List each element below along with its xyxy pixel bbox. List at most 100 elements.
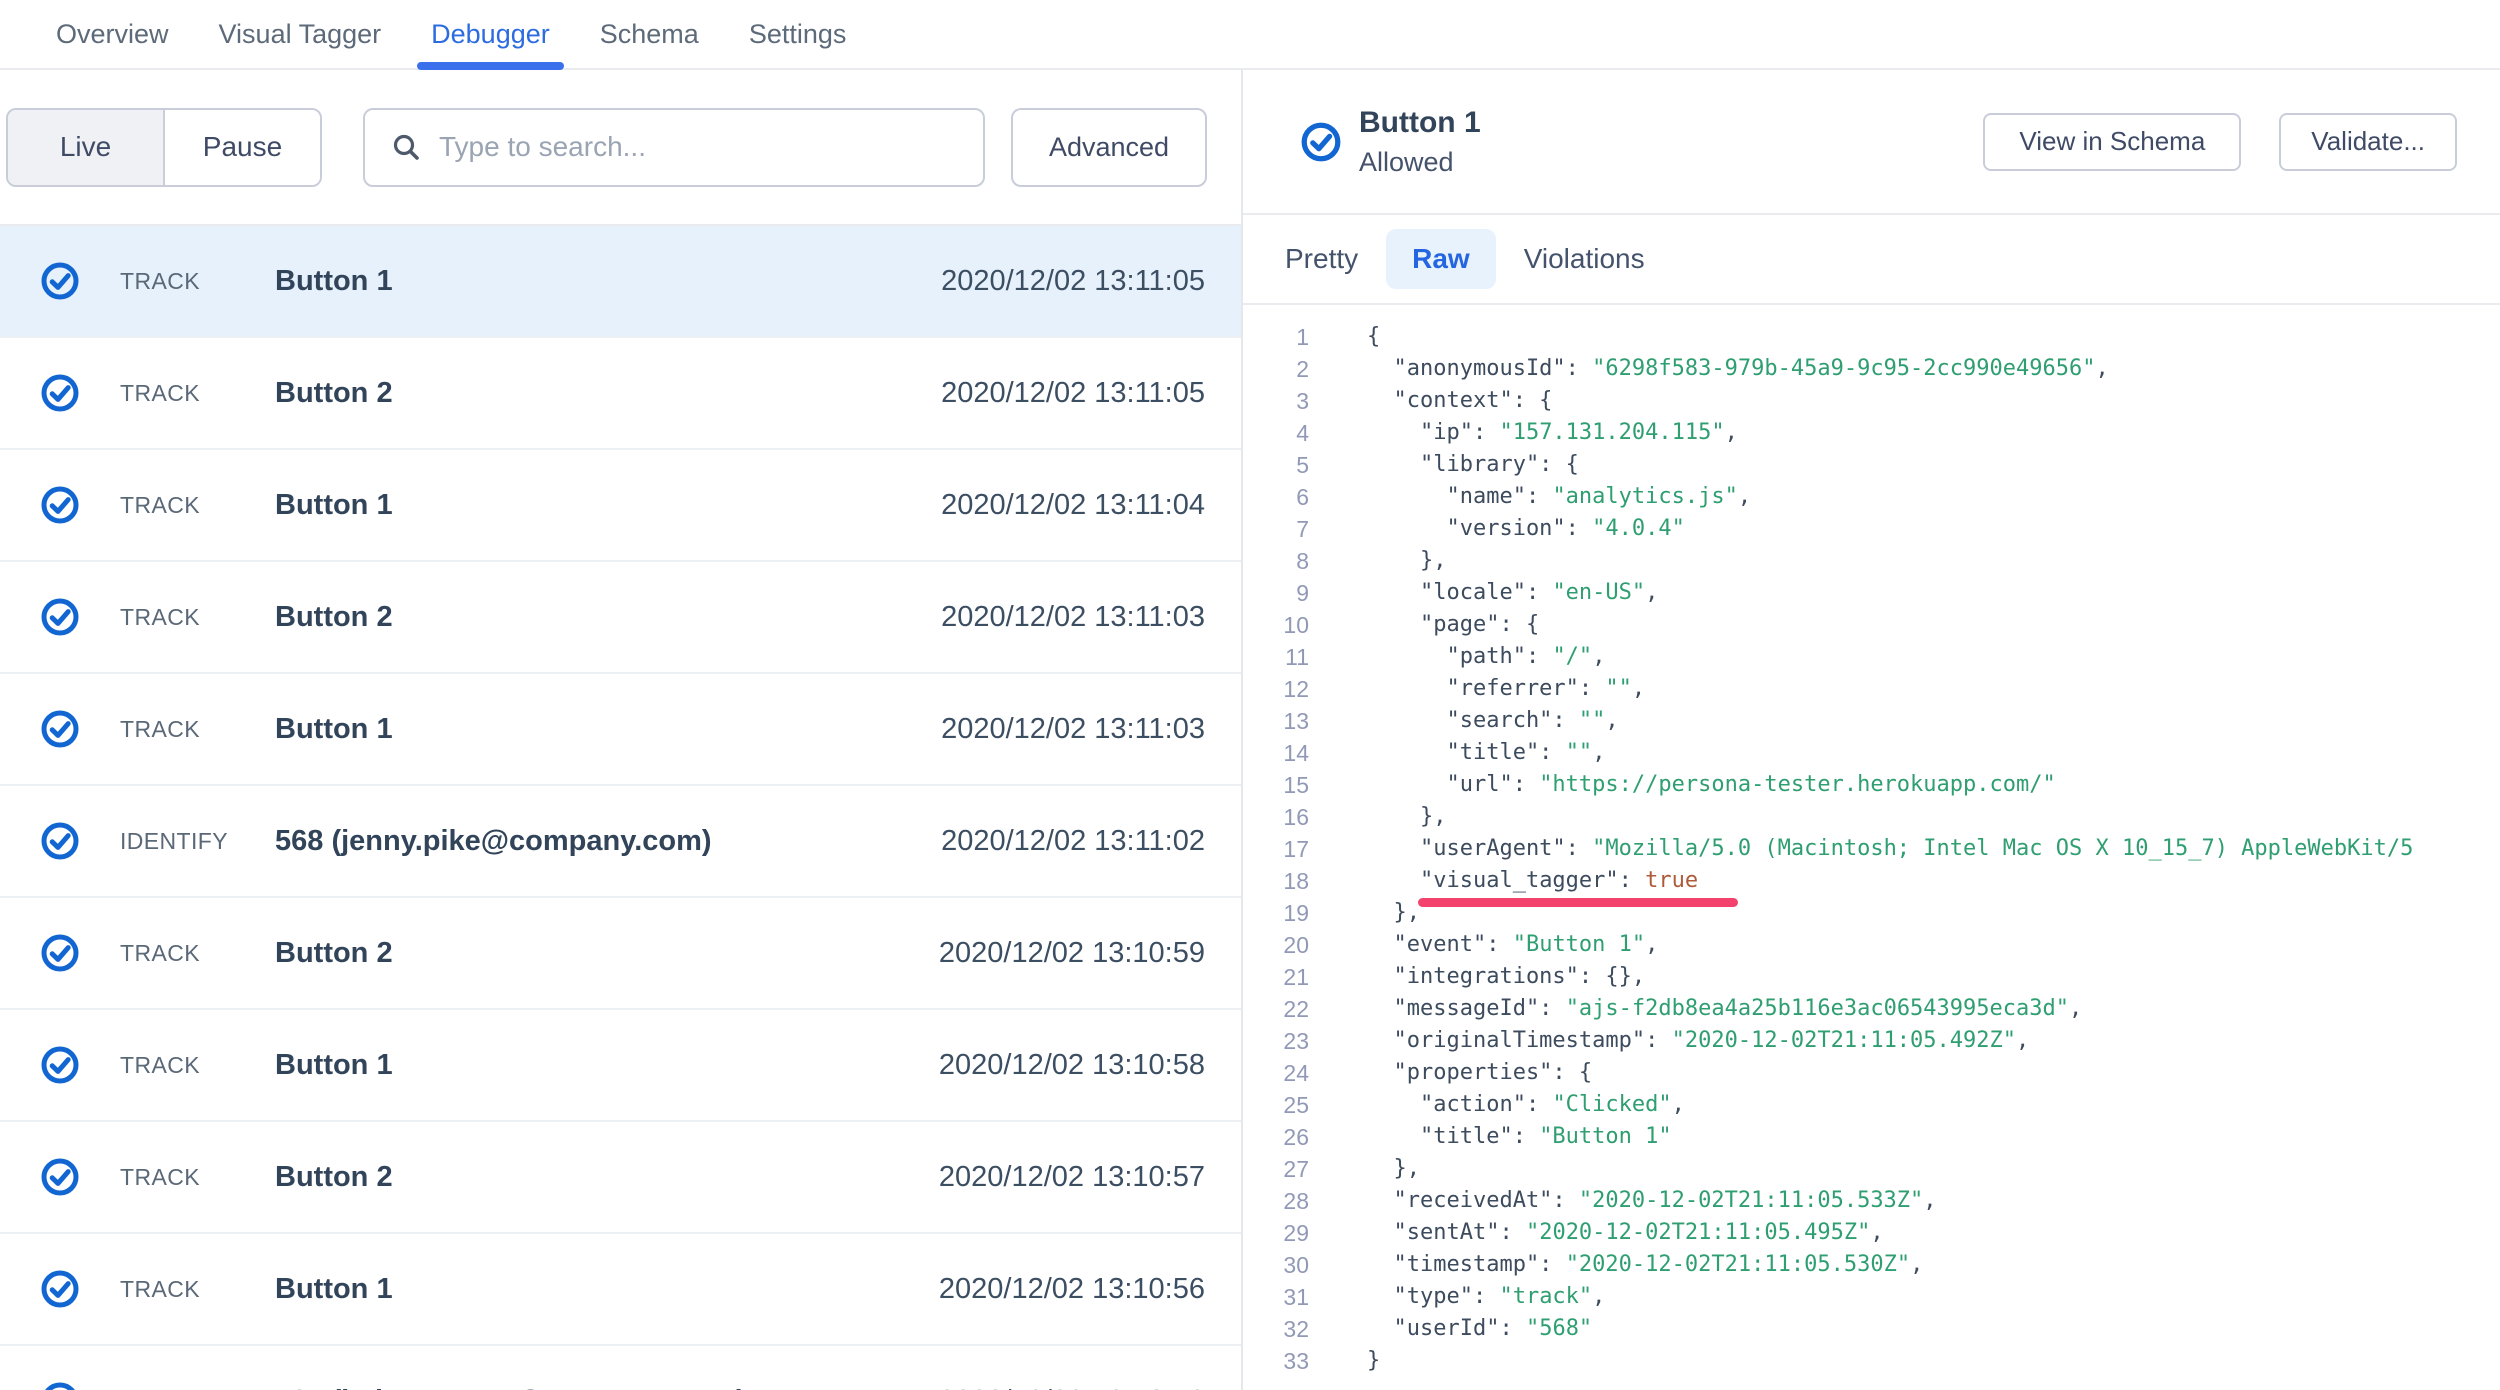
json-text: "timestamp": <box>1367 1252 1566 1277</box>
event-type: TRACK <box>120 380 275 407</box>
code-line: 26 "title": "Button 1" <box>1243 1121 2500 1153</box>
event-detail-panel: Button 1 Allowed View in Schema Validate… <box>1243 70 2500 1390</box>
json-text: "locale": <box>1367 580 1552 605</box>
event-name: Button 1 <box>275 713 393 746</box>
json-string: "/" <box>1552 644 1592 669</box>
event-type: TRACK <box>120 268 275 295</box>
allowed-check-icon <box>40 1045 80 1085</box>
json-text: "event": <box>1367 932 1513 957</box>
event-row[interactable]: TRACK Button 2 2020/12/02 13:11:03 <box>0 562 1241 674</box>
search-input[interactable] <box>439 131 959 163</box>
event-title: Button 1 <box>1359 106 1481 140</box>
line-number: 27 <box>1243 1153 1309 1185</box>
json-text: "ip": <box>1367 420 1499 445</box>
code-line: 5 "library": { <box>1243 449 2500 481</box>
allowed-check-icon <box>40 1381 80 1390</box>
allowed-check-icon <box>40 709 80 749</box>
json-text: { <box>1367 324 1380 349</box>
event-row[interactable]: TRACK Button 1 2020/12/02 13:10:58 <box>0 1010 1241 1122</box>
event-row[interactable]: IDENTIFY 568 (jenny.pike@company.com) 20… <box>0 786 1241 898</box>
json-text: , <box>1645 580 1658 605</box>
tab-visual-tagger[interactable]: Visual Tagger <box>219 0 382 68</box>
json-text: "visual_tagger": <box>1420 868 1645 893</box>
json-text: , <box>2069 996 2082 1021</box>
code-text: "title": "", <box>1367 737 1605 769</box>
allowed-check-icon <box>1300 121 1342 163</box>
tab-pretty[interactable]: Pretty <box>1285 229 1358 289</box>
live-pause-toggle: Live Pause <box>6 108 322 187</box>
event-name: Button 1 <box>275 265 393 298</box>
tab-debugger[interactable]: Debugger <box>431 0 550 68</box>
event-row[interactable]: TRACK Button 1 2020/12/02 13:11:04 <box>0 450 1241 562</box>
json-text: , <box>1605 708 1618 733</box>
code-line: 32 "userId": "568" <box>1243 1313 2500 1345</box>
allowed-check-icon <box>40 821 80 861</box>
tab-settings[interactable]: Settings <box>749 0 847 68</box>
code-line: 14 "title": "", <box>1243 737 2500 769</box>
line-number: 1 <box>1243 321 1309 353</box>
code-line: 8 }, <box>1243 545 2500 577</box>
json-text: , <box>1592 644 1605 669</box>
json-text: "context": { <box>1367 388 1552 413</box>
code-text: "originalTimestamp": "2020-12-02T21:11:0… <box>1367 1025 2029 1057</box>
json-text: , <box>1910 1252 1923 1277</box>
code-line: 33 } <box>1243 1345 2500 1377</box>
tab-overview[interactable]: Overview <box>56 0 169 68</box>
line-number: 11 <box>1243 641 1309 673</box>
json-text: "search": <box>1367 708 1579 733</box>
json-text: , <box>1923 1188 1936 1213</box>
event-row[interactable]: TRACK Button 2 2020/12/02 13:10:59 <box>0 898 1241 1010</box>
view-in-schema-button[interactable]: View in Schema <box>1983 113 2241 171</box>
line-number: 20 <box>1243 929 1309 961</box>
event-row[interactable]: TRACK Button 1 2020/12/02 13:10:56 <box>0 1234 1241 1346</box>
search-icon <box>391 132 421 162</box>
line-number: 19 <box>1243 897 1309 929</box>
event-row[interactable]: TRACK Button 1 2020/12/02 13:11:05 <box>0 226 1241 338</box>
code-text: "integrations": {}, <box>1367 961 1645 993</box>
event-type: IDENTIFY <box>120 828 275 855</box>
event-row[interactable]: TRACK Button 2 2020/12/02 13:10:57 <box>0 1122 1241 1234</box>
json-text: "integrations": {}, <box>1367 964 1645 989</box>
json-string: "Button 1" <box>1513 932 1645 957</box>
line-number: 18 <box>1243 865 1309 897</box>
json-text: , <box>1738 484 1751 509</box>
live-button[interactable]: Live <box>8 110 165 185</box>
json-text: , <box>1725 420 1738 445</box>
validate-button[interactable]: Validate... <box>2279 113 2457 171</box>
code-line: 22 "messageId": "ajs-f2db8ea4a25b116e3ac… <box>1243 993 2500 1025</box>
json-text: "anonymousId": <box>1367 356 1592 381</box>
code-text: "name": "analytics.js", <box>1367 481 1751 513</box>
json-text: , <box>1592 1284 1605 1309</box>
event-timestamp: 2020/12/02 13:11:05 <box>941 377 1205 410</box>
event-type: TRACK <box>120 492 275 519</box>
code-text: }, <box>1367 801 1446 833</box>
allowed-check-icon <box>40 1269 80 1309</box>
advanced-button[interactable]: Advanced <box>1011 108 1207 187</box>
code-line: 13 "search": "", <box>1243 705 2500 737</box>
json-text: }, <box>1367 900 1420 925</box>
allowed-check-icon <box>40 373 80 413</box>
event-row[interactable]: IDENTIFY 565 (hal.sturgeon@company.com) … <box>0 1346 1241 1390</box>
event-timestamp: 2020/12/02 13:10:59 <box>939 937 1205 970</box>
pause-button[interactable]: Pause <box>165 110 320 185</box>
event-row[interactable]: TRACK Button 2 2020/12/02 13:11:05 <box>0 338 1241 450</box>
event-type: TRACK <box>120 1052 275 1079</box>
json-text: , <box>1632 676 1645 701</box>
event-timestamp: 2020/12/02 13:10:57 <box>939 1161 1205 1194</box>
line-number: 30 <box>1243 1249 1309 1281</box>
tab-raw[interactable]: Raw <box>1386 229 1496 289</box>
json-string: "2020-12-02T21:11:05.492Z" <box>1672 1028 2016 1053</box>
event-type: TRACK <box>120 604 275 631</box>
event-row[interactable]: TRACK Button 1 2020/12/02 13:11:03 <box>0 674 1241 786</box>
code-line: 11 "path": "/", <box>1243 641 2500 673</box>
tab-schema[interactable]: Schema <box>600 0 699 68</box>
event-timestamp: 2020/12/02 13:11:05 <box>941 265 1205 298</box>
event-name: Button 2 <box>275 937 393 970</box>
code-text: "sentAt": "2020-12-02T21:11:05.495Z", <box>1367 1217 1884 1249</box>
json-text: }, <box>1367 804 1446 829</box>
tab-violations[interactable]: Violations <box>1524 229 1645 289</box>
event-timestamp: 2020/12/02 13:11:03 <box>941 713 1205 746</box>
code-text: "page": { <box>1367 609 1539 641</box>
json-text: , <box>2096 356 2109 381</box>
code-line: 7 "version": "4.0.4" <box>1243 513 2500 545</box>
